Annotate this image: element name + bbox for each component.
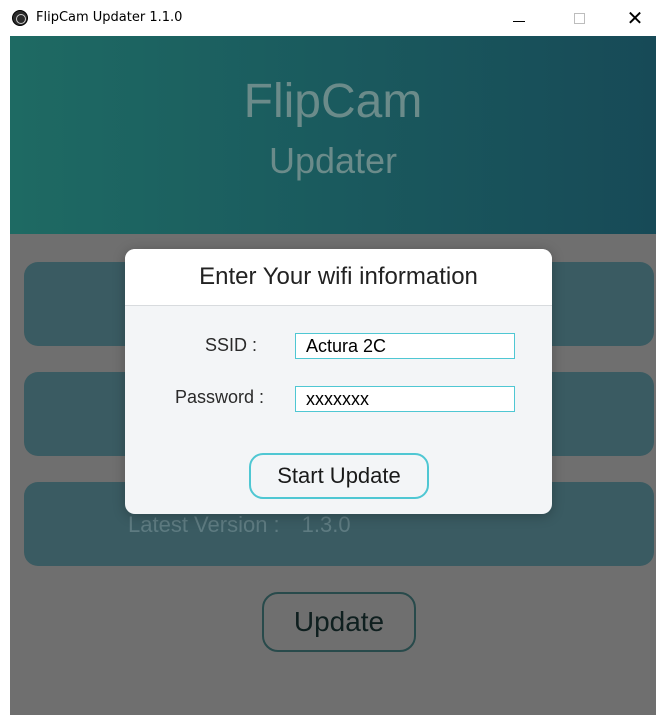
start-update-button[interactable]: Start Update (249, 453, 429, 499)
ssid-input[interactable] (295, 333, 515, 359)
close-button[interactable]: ✕ (612, 0, 656, 36)
ssid-label: SSID : (205, 335, 258, 355)
flipcam-logo-icon (12, 10, 28, 26)
password-label: Password : (175, 387, 265, 407)
app-title: FlipCam (243, 75, 423, 128)
update-button[interactable]: Update (262, 592, 416, 652)
app-header: FlipCam Updater (10, 36, 656, 234)
close-icon: ✕ (626, 6, 644, 30)
dialog-title: Enter Your wifi information (199, 263, 478, 290)
app-subtitle: Updater (268, 140, 398, 181)
maximize-icon (573, 12, 585, 24)
minimize-button[interactable] (496, 0, 542, 36)
dialog-header: Enter Your wifi information (125, 249, 552, 306)
latest-version-row: Latest Version : 1.3.0 (128, 512, 351, 538)
latest-version-value: 1.3.0 (301, 512, 351, 537)
latest-version-label: Latest Version : (128, 512, 280, 537)
window-title: FlipCam Updater 1.1.0 (36, 10, 183, 25)
window-titlebar[interactable]: FlipCam Updater 1.1.0 ✕ (0, 0, 656, 36)
maximize-button[interactable] (556, 0, 602, 36)
wifi-dialog: Enter Your wifi information SSID : Passw… (125, 249, 552, 514)
minimize-icon (513, 20, 525, 22)
password-input[interactable] (295, 386, 515, 412)
